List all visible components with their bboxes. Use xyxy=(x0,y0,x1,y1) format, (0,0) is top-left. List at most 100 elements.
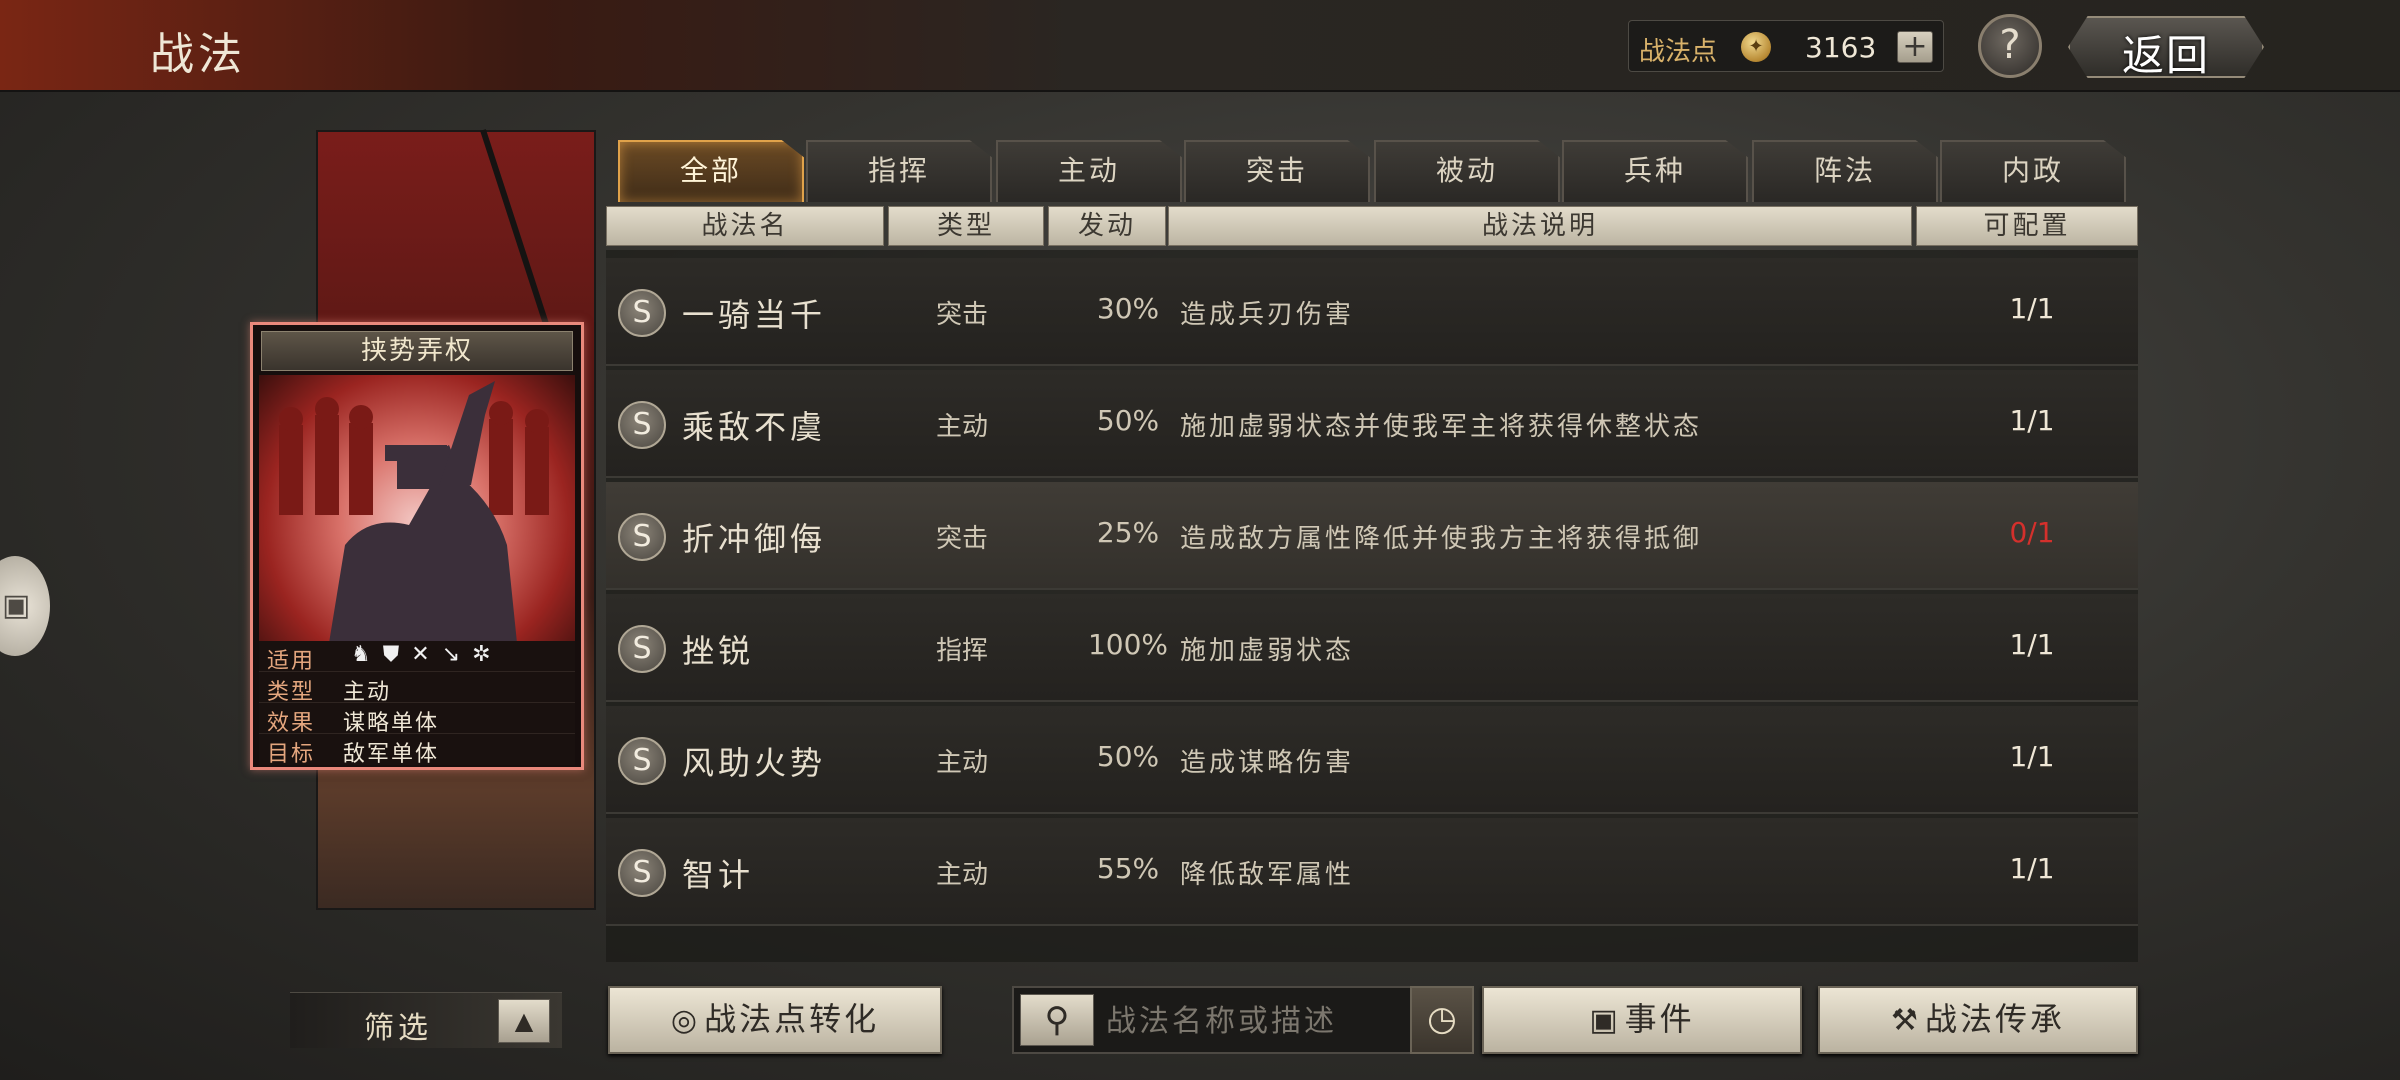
tab-troop[interactable]: 兵种 xyxy=(1562,140,1748,202)
filter-label: 筛选 xyxy=(364,1011,432,1046)
stat-key: 效果 xyxy=(267,711,316,736)
tab-passive[interactable]: 被动 xyxy=(1374,140,1560,202)
spear-icon: ↘ xyxy=(441,642,473,667)
tab-command[interactable]: 指挥 xyxy=(806,140,992,202)
tactic-rate: 55% xyxy=(1096,852,1160,885)
side-drawer-handle[interactable]: ▣ xyxy=(0,556,50,656)
tactic-type: 突击 xyxy=(936,300,989,330)
tab-domestic[interactable]: 内政 xyxy=(1940,140,2126,202)
tactic-name: 风助火势 xyxy=(682,744,827,782)
tactic-name: 智计 xyxy=(682,856,755,894)
troop-type-icons: ♞⛊✕↘✲ xyxy=(351,642,503,667)
stat-value: 谋略单体 xyxy=(343,711,440,736)
stat-row-type: 类型 主动 xyxy=(259,672,575,705)
table-row[interactable]: S 折冲御侮 突击 25% 造成敌方属性降低并使我方主将获得抵御 0/1 xyxy=(606,482,2138,590)
tactic-rate: 50% xyxy=(1096,404,1160,437)
grade-badge: S xyxy=(618,625,666,673)
stat-value: 敌军单体 xyxy=(343,742,440,767)
tactic-count: 1/1 xyxy=(2009,852,2055,885)
top-bar: 战法 战法点 ✦ 3163 + ? 返回 xyxy=(0,0,2400,92)
stat-value: 主动 xyxy=(343,680,392,705)
add-points-button[interactable]: + xyxy=(1897,31,1933,63)
tactic-inherit-button[interactable]: ⚒ 战法传承 xyxy=(1818,986,2138,1054)
tab-assault[interactable]: 突击 xyxy=(1184,140,1370,202)
selected-tactic-card[interactable]: 挟势弄权 适用 ♞⛊✕↘✲ 类型 主动 效果 谋略单体 目标 敌军单体 xyxy=(250,322,584,770)
stat-key: 适用 xyxy=(267,649,316,674)
grade-badge: S xyxy=(618,849,666,897)
column-header-rate[interactable]: 发动 xyxy=(1048,206,1166,246)
stat-row-effect: 效果 谋略单体 xyxy=(259,703,575,736)
tactic-desc: 施加虚弱状态并使我军主将获得休整状态 xyxy=(1180,412,1703,442)
tab-active[interactable]: 主动 xyxy=(996,140,1182,202)
box-icon: ▣ xyxy=(2,588,31,623)
column-header-type[interactable]: 类型 xyxy=(888,206,1044,246)
history-clock-button[interactable]: ◷ xyxy=(1410,986,1474,1054)
tactic-desc: 造成兵刃伤害 xyxy=(1180,300,1355,330)
stat-key: 目标 xyxy=(267,742,316,767)
tactic-type: 突击 xyxy=(936,524,989,554)
table-row[interactable]: S 风助火势 主动 50% 造成谋略伤害 1/1 xyxy=(606,706,2138,814)
cavalry-icon: ♞ xyxy=(351,642,383,667)
back-button[interactable]: 返回 xyxy=(2068,16,2264,78)
wheel-icon: ✲ xyxy=(472,642,503,667)
help-button[interactable]: ? xyxy=(1978,14,2042,78)
tactic-inherit-label: 战法传承 xyxy=(1924,1000,2065,1038)
column-header-name[interactable]: 战法名 xyxy=(606,206,884,246)
filter-control: 筛选 ▲ xyxy=(290,992,562,1048)
tactic-illustration xyxy=(259,375,575,643)
tactic-type: 主动 xyxy=(936,748,989,778)
tactic-name: 折冲御侮 xyxy=(682,520,827,558)
grade-badge: S xyxy=(618,513,666,561)
stat-row-troops: 适用 ♞⛊✕↘✲ xyxy=(259,641,575,674)
tactic-points-value: 3163 xyxy=(1805,31,1877,64)
tactic-name: 挫锐 xyxy=(682,632,755,670)
hammer-icon: ⚒ xyxy=(1891,1003,1921,1038)
tactic-name: 一骑当千 xyxy=(682,296,827,334)
tactic-rate: 25% xyxy=(1096,516,1160,549)
event-label: 事件 xyxy=(1624,1000,1695,1038)
event-button[interactable]: ▣ 事件 xyxy=(1482,986,1802,1054)
coin-icon: ✦ xyxy=(1741,32,1771,62)
tactic-rate: 30% xyxy=(1096,292,1160,325)
swirl-icon: ◎ xyxy=(670,1003,701,1038)
column-header-desc: 战法说明 xyxy=(1168,206,1912,246)
tactic-desc: 降低敌军属性 xyxy=(1180,860,1355,890)
tactic-points-label: 战法点 xyxy=(1639,37,1718,67)
grade-badge: S xyxy=(618,401,666,449)
event-icon: ▣ xyxy=(1589,1003,1621,1038)
tactic-count: 1/1 xyxy=(2009,292,2055,325)
tactic-name: 乘敌不虞 xyxy=(682,408,827,446)
tactic-desc: 造成谋略伤害 xyxy=(1180,748,1355,778)
convert-points-label: 战法点转化 xyxy=(704,1000,880,1038)
convert-points-button[interactable]: ◎ 战法点转化 xyxy=(608,986,942,1054)
tab-all[interactable]: 全部 xyxy=(618,140,804,202)
tactic-count: 0/1 xyxy=(2009,516,2055,549)
tab-formation[interactable]: 阵法 xyxy=(1752,140,1938,202)
table-row[interactable]: S 挫锐 指挥 100% 施加虚弱状态 1/1 xyxy=(606,594,2138,702)
search-icon[interactable]: ⚲ xyxy=(1020,994,1094,1046)
table-row[interactable]: S 一骑当千 突击 30% 造成兵刃伤害 1/1 xyxy=(606,258,2138,366)
table-row[interactable]: S 乘敌不虞 主动 50% 施加虚弱状态并使我军主将获得休整状态 1/1 xyxy=(606,370,2138,478)
table-row[interactable]: S 智计 主动 55% 降低敌军属性 1/1 xyxy=(606,818,2138,926)
tactic-rate: 100% xyxy=(1087,628,1169,661)
bow-icon: ✕ xyxy=(411,642,442,667)
card-stats: 适用 ♞⛊✕↘✲ 类型 主动 效果 谋略单体 目标 敌军单体 xyxy=(259,641,575,767)
column-header-count[interactable]: 可配置 xyxy=(1916,206,2138,246)
search-field: ⚲ xyxy=(1012,986,1414,1054)
tactic-count: 1/1 xyxy=(2009,404,2055,437)
stat-row-target: 目标 敌军单体 xyxy=(259,734,575,767)
tactic-count: 1/1 xyxy=(2009,740,2055,773)
card-tactic-name: 挟势弄权 xyxy=(261,331,573,371)
tactic-type: 指挥 xyxy=(936,636,989,666)
tactic-count: 1/1 xyxy=(2009,628,2055,661)
grade-badge: S xyxy=(618,737,666,785)
tactic-type: 主动 xyxy=(936,412,989,442)
tactic-desc: 施加虚弱状态 xyxy=(1180,636,1355,666)
tactic-points-box: 战法点 ✦ 3163 + xyxy=(1628,20,1944,72)
grade-badge: S xyxy=(618,289,666,337)
stat-key: 类型 xyxy=(267,680,316,705)
back-label: 返回 xyxy=(2121,31,2210,80)
tactic-type: 主动 xyxy=(936,860,989,890)
search-input[interactable] xyxy=(1106,998,1406,1044)
filter-toggle-button[interactable]: ▲ xyxy=(498,999,550,1043)
